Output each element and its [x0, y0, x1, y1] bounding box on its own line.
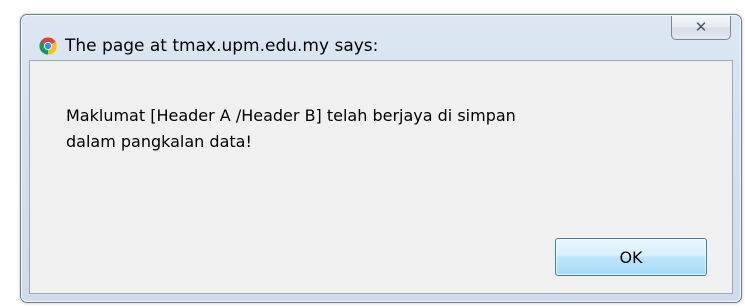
- message-line-2: dalam pangkalan data!: [66, 132, 252, 151]
- close-icon: ✕: [694, 18, 708, 36]
- dialog-body: Maklumat [Header A /Header B] telah berj…: [29, 60, 733, 294]
- ok-button[interactable]: OK: [555, 238, 707, 276]
- dialog-message: Maklumat [Header A /Header B] telah berj…: [66, 103, 666, 155]
- page: The page at tmax.upm.edu.my says: ✕ Makl…: [0, 0, 745, 308]
- close-button[interactable]: ✕: [671, 16, 731, 40]
- alert-dialog: The page at tmax.upm.edu.my says: ✕ Makl…: [20, 14, 742, 303]
- message-line-1: Maklumat [Header A /Header B] telah berj…: [66, 106, 516, 125]
- dialog-title: The page at tmax.upm.edu.my says:: [65, 36, 379, 56]
- dialog-titlebar[interactable]: The page at tmax.upm.edu.my says: ✕: [21, 15, 741, 59]
- chrome-icon: [39, 37, 57, 55]
